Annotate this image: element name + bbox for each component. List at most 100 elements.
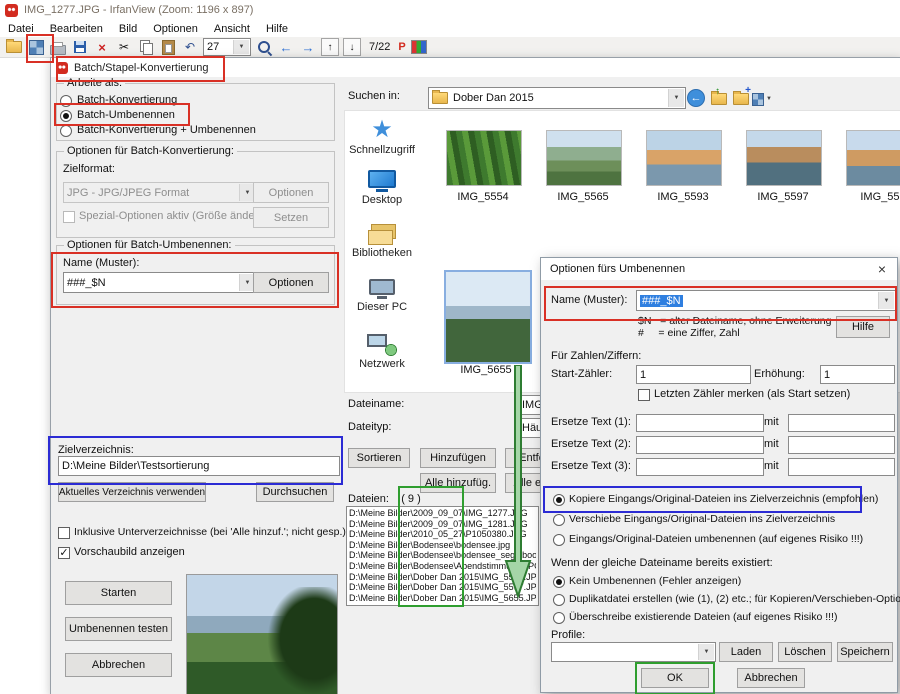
- thumbnail-img-5593[interactable]: [646, 130, 722, 186]
- file-row[interactable]: D:\Meine Bilder\Dober Dan 2015\IMG_5593.…: [349, 572, 536, 583]
- radio-verschiebe-label[interactable]: Verschiebe Eingangs/Original-Dateien ins…: [569, 513, 835, 526]
- radio-ueberschreibe[interactable]: [553, 612, 565, 624]
- erhoehung-input[interactable]: 1: [820, 365, 895, 384]
- zoom-combobox[interactable]: 27 ▼: [203, 38, 251, 56]
- unterverzeichnisse-checkbox[interactable]: [58, 527, 70, 539]
- mit1-input[interactable]: [788, 414, 895, 432]
- menu-ansicht[interactable]: Ansicht: [206, 22, 258, 36]
- back-nav-icon[interactable]: ←: [686, 88, 706, 108]
- last-page-icon[interactable]: ↓: [343, 38, 361, 56]
- hilfe-button[interactable]: Hilfe: [836, 316, 890, 338]
- file-row[interactable]: D:\Meine Bilder\Bodensee\Abendstimmung.J…: [349, 561, 536, 572]
- radio-kopiere-label[interactable]: Kopiere Eingangs/Original-Dateien ins Zi…: [569, 493, 878, 506]
- start-zaehler-input[interactable]: 1: [636, 365, 751, 384]
- next-image-icon[interactable]: →: [299, 38, 317, 56]
- radio-umbenennen-risiko-label[interactable]: Eingangs/Original-Dateien umbenennen (au…: [569, 533, 863, 546]
- radio-kein-umbenennen[interactable]: [553, 576, 565, 588]
- paste-icon[interactable]: [159, 38, 177, 56]
- save-icon[interactable]: [71, 38, 89, 56]
- up-folder-icon[interactable]: ↑: [709, 89, 729, 109]
- new-folder-icon[interactable]: +: [731, 89, 751, 109]
- file-row[interactable]: D:\Meine Bilder\2009_09_07\IMG_1281.JPG: [349, 519, 536, 530]
- menu-bearbeiten[interactable]: Bearbeiten: [42, 22, 111, 36]
- vorschaubild-label[interactable]: Vorschaubild anzeigen: [74, 546, 185, 559]
- ersetze3-input[interactable]: [636, 458, 764, 476]
- rd-name-dropdown-arrow[interactable]: ▼: [878, 292, 894, 309]
- file-listbox[interactable]: D:\Meine Bilder\2009_09_07\IMG_1277.JPG …: [346, 506, 539, 606]
- file-row[interactable]: D:\Meine Bilder\2010_05_27\P1050380.JPG: [349, 529, 536, 540]
- rd-name-muster-combobox[interactable]: ###_$N ▼: [636, 290, 896, 311]
- menu-optionen[interactable]: Optionen: [145, 22, 206, 36]
- ok-button[interactable]: OK: [641, 668, 709, 688]
- aktuelles-verzeichnis-button[interactable]: Aktuelles Verzeichnis verwenden: [58, 482, 206, 502]
- place-this-pc[interactable]: Dieser PC: [346, 279, 418, 313]
- close-icon[interactable]: ×: [867, 258, 897, 280]
- durchsuchen-button[interactable]: Durchsuchen: [256, 482, 334, 502]
- profile-combobox[interactable]: ▼: [551, 642, 716, 662]
- radio-kopiere[interactable]: [553, 494, 565, 506]
- sortieren-button[interactable]: Sortieren: [348, 448, 410, 468]
- mit3-input[interactable]: [788, 458, 895, 476]
- p-flag[interactable]: P: [398, 41, 405, 53]
- folder-combobox[interactable]: Dober Dan 2015 ▼: [428, 87, 686, 109]
- thumbnail-img-559x[interactable]: [846, 130, 900, 186]
- zaehler-merken-checkbox[interactable]: [638, 389, 650, 401]
- previous-image-icon[interactable]: ←: [277, 38, 295, 56]
- place-libraries[interactable]: Bibliotheken: [346, 224, 418, 259]
- menu-hilfe[interactable]: Hilfe: [258, 22, 296, 36]
- open-folder-icon[interactable]: [5, 38, 23, 56]
- first-page-icon[interactable]: ↑: [321, 38, 339, 56]
- radio-batch-umbenennen[interactable]: [60, 110, 72, 122]
- profile-dropdown-arrow[interactable]: ▼: [698, 644, 714, 660]
- radio-batch-konvertierung[interactable]: [60, 95, 72, 107]
- ersetze1-input[interactable]: [636, 414, 764, 432]
- batch-conversion-icon[interactable]: [27, 38, 45, 56]
- thumbnail-img-5655-selected[interactable]: [444, 270, 532, 364]
- speichern-button[interactable]: Speichern: [837, 642, 893, 662]
- radio-batch-konvertierung-label[interactable]: Batch-Konvertierung: [77, 94, 177, 107]
- abbrechen-button[interactable]: Abbrechen: [65, 653, 172, 677]
- palette-icon[interactable]: [410, 38, 428, 56]
- file-row[interactable]: D:\Meine Bilder\Dober Dan 2015\IMG_5655.…: [349, 593, 536, 604]
- folder-dropdown-arrow[interactable]: ▼: [668, 89, 684, 107]
- file-row[interactable]: D:\Meine Bilder\Bodensee\bodensee_segelb…: [349, 550, 536, 561]
- vorschaubild-checkbox[interactable]: [58, 547, 70, 559]
- thumbnail-img-5597[interactable]: [746, 130, 822, 186]
- thumbnail-img-5554[interactable]: [446, 130, 522, 186]
- print-icon[interactable]: [49, 38, 67, 56]
- radio-batch-umbenennen-label[interactable]: Batch-Umbenennen: [77, 109, 175, 122]
- radio-duplikat-label[interactable]: Duplikatdatei erstellen (wie (1), (2) et…: [569, 593, 900, 606]
- radio-umbenennen-risiko[interactable]: [553, 534, 565, 546]
- place-network[interactable]: Netzwerk: [346, 334, 418, 370]
- hinzufuegen-button[interactable]: Hinzufügen: [420, 448, 496, 468]
- zoom-dropdown-arrow[interactable]: ▼: [233, 40, 249, 54]
- copy-icon[interactable]: [137, 38, 155, 56]
- magnifier-icon[interactable]: [255, 38, 273, 56]
- name-muster-combobox[interactable]: ###_$N ▼: [63, 272, 257, 293]
- zaehler-merken-label[interactable]: Letzten Zähler merken (als Start setzen): [654, 388, 850, 401]
- file-row[interactable]: D:\Meine Bilder\2009_09_07\IMG_1277.JPG: [349, 508, 536, 519]
- ersetze2-input[interactable]: [636, 436, 764, 454]
- loeschen-button[interactable]: Löschen: [778, 642, 832, 662]
- radio-ueberschreibe-label[interactable]: Überschreibe existierende Dateien (auf e…: [569, 611, 837, 624]
- radio-verschiebe[interactable]: [553, 514, 565, 526]
- laden-button[interactable]: Laden: [719, 642, 773, 662]
- radio-batch-konv-umbenennen-label[interactable]: Batch-Konvertierung + Umbenennen: [77, 124, 256, 137]
- zielverzeichnis-input[interactable]: D:\Meine Bilder\Testsortierung: [58, 456, 340, 476]
- unterverzeichnisse-label[interactable]: Inklusive Unterverzeichnisse (bei 'Alle …: [74, 526, 346, 539]
- place-quick-access[interactable]: ★ Schnellzugriff: [346, 118, 418, 156]
- file-row[interactable]: D:\Meine Bilder\Dober Dan 2015\IMG_5597.…: [349, 582, 536, 593]
- cut-icon[interactable]: ✂: [115, 38, 133, 56]
- view-menu-icon[interactable]: ▼: [752, 89, 772, 109]
- radio-kein-umbenennen-label[interactable]: Kein Umbenennen (Fehler anzeigen): [569, 575, 741, 588]
- undo-icon[interactable]: ↶: [181, 38, 199, 56]
- thumbnail-img-5565[interactable]: [546, 130, 622, 186]
- menu-bild[interactable]: Bild: [111, 22, 145, 36]
- alle-hinzufuegen-button[interactable]: Alle hinzufüg.: [420, 473, 496, 493]
- delete-icon[interactable]: ×: [93, 38, 111, 56]
- menu-datei[interactable]: Datei: [0, 22, 42, 36]
- file-row[interactable]: D:\Meine Bilder\Bodensee\bodensee.jpg: [349, 540, 536, 551]
- umb-optionen-button[interactable]: Optionen: [253, 272, 329, 293]
- radio-duplikat[interactable]: [553, 594, 565, 606]
- rd-abbrechen-button[interactable]: Abbrechen: [737, 668, 805, 688]
